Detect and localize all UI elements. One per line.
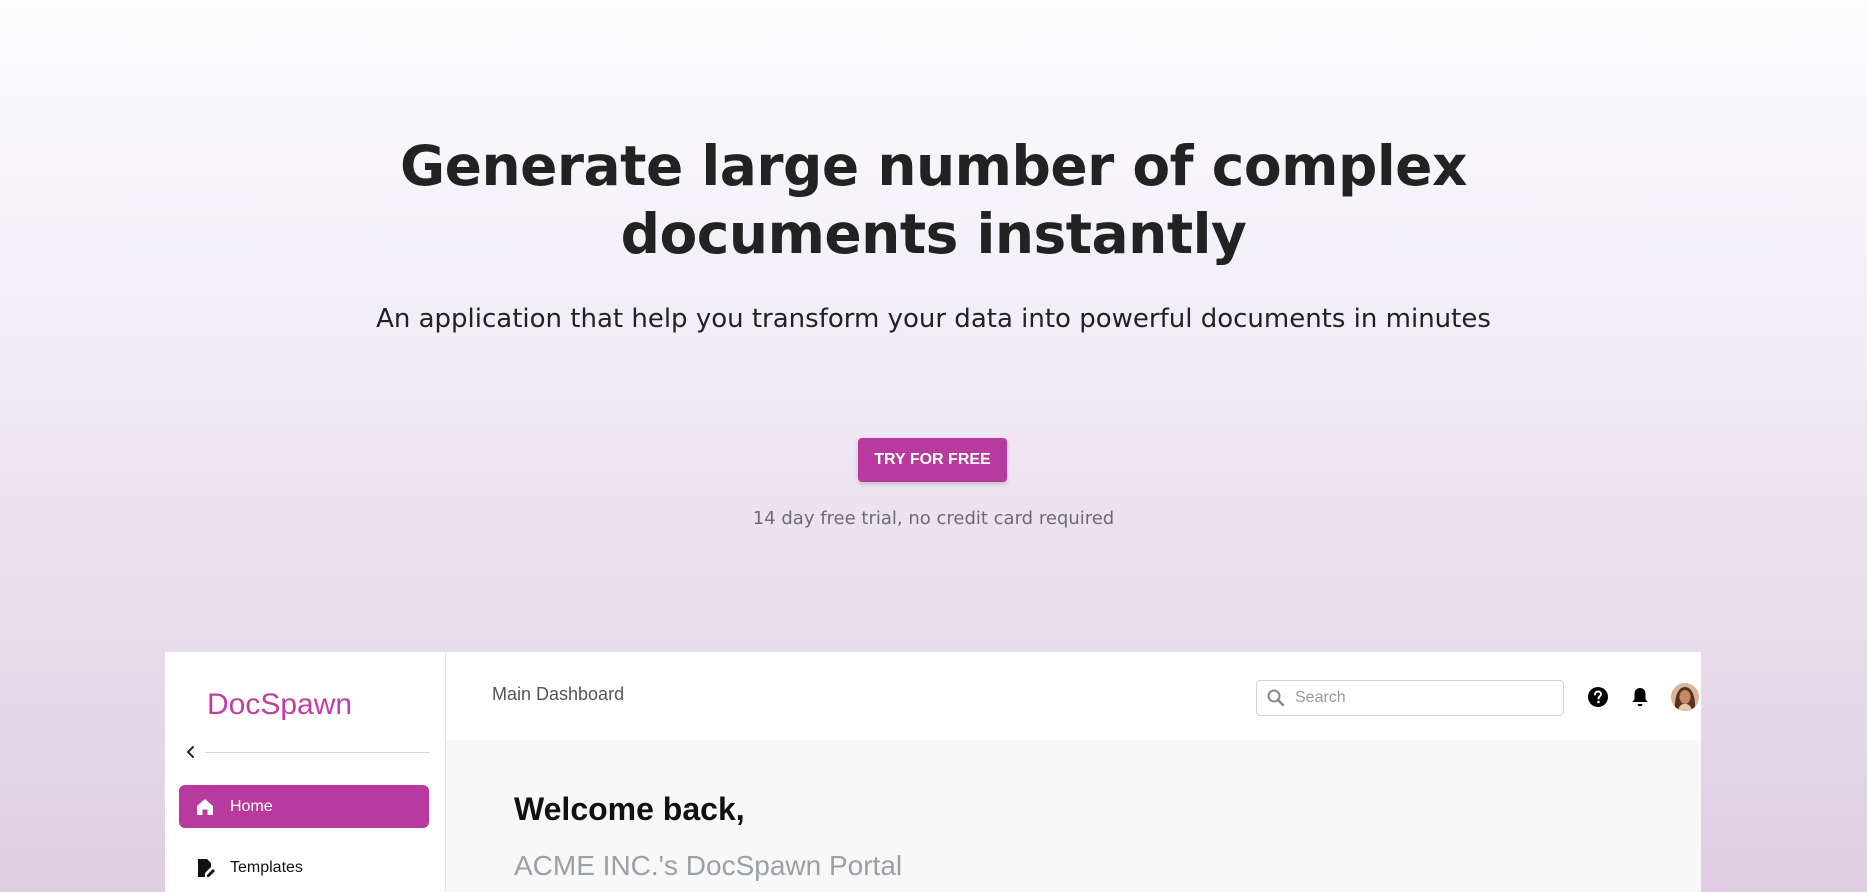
docspawn-logo[interactable]: DocSpawn: [207, 688, 352, 722]
sidebar-item-label: Home: [230, 797, 273, 815]
template-edit-icon: [194, 857, 216, 879]
portal-subtitle: ACME INC.'s DocSpawn Portal: [514, 850, 903, 881]
sidebar-collapse-row: [183, 744, 430, 760]
topbar: Main Dashboard: [446, 652, 1701, 740]
page-title: Main Dashboard: [492, 684, 625, 704]
sidebar-item-home[interactable]: Home: [179, 785, 429, 828]
search-box[interactable]: [1256, 680, 1564, 716]
hero-title-line1: Generate large number of complex: [400, 134, 1467, 198]
bell-icon[interactable]: [1628, 685, 1652, 709]
main-area: Main Dashboard W: [446, 652, 1701, 892]
search-input[interactable]: [1295, 689, 1545, 707]
chevron-left-icon[interactable]: [183, 744, 199, 760]
avatar[interactable]: [1671, 683, 1699, 711]
home-icon: [194, 796, 216, 818]
welcome-heading: Welcome back,: [514, 791, 745, 827]
help-icon[interactable]: [1586, 685, 1610, 709]
app-preview: DocSpawn Home Templates Main Dashboard S…: [165, 652, 1701, 892]
hero-title-line2: documents instantly: [620, 202, 1247, 266]
sidebar-divider: [205, 752, 430, 753]
sidebar: DocSpawn Home Templates: [165, 652, 446, 892]
hero-subtitle: An application that help you transform y…: [376, 304, 1491, 334]
trial-note: 14 day free trial, no credit card requir…: [752, 508, 1115, 529]
sidebar-item-label: Templates: [230, 858, 303, 876]
hero-title: Generate large number of complex documen…: [0, 132, 1867, 268]
sidebar-item-templates[interactable]: Templates: [179, 846, 429, 889]
search-icon: [1266, 688, 1286, 708]
try-for-free-button[interactable]: TRY FOR FREE: [858, 438, 1007, 482]
